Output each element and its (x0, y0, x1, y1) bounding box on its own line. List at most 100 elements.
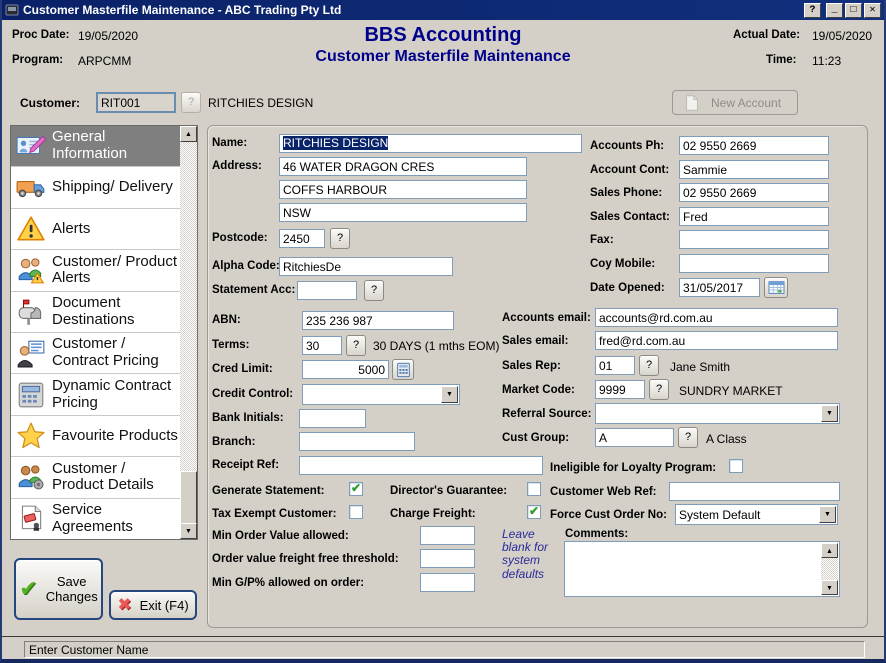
calculator-icon (16, 380, 46, 410)
sidebar-item-document-destinations[interactable]: Document Destinations (11, 292, 180, 333)
market-code-lookup-button[interactable]: ? (649, 379, 669, 400)
new-account-button[interactable]: New Account (672, 90, 798, 115)
sales-rep-label: Sales Rep: (502, 360, 561, 372)
force-cust-order-no-dropdown[interactable]: System Default ▼ (675, 504, 838, 525)
cred-limit-calculator-button[interactable] (392, 359, 414, 380)
name-input[interactable]: RITCHIES DESIGN (279, 134, 582, 153)
customer-code-input[interactable] (96, 92, 176, 113)
sidebar-item-favourite-products[interactable]: Favourite Products (11, 416, 180, 457)
sales-contact-input[interactable] (679, 207, 829, 226)
customer-lookup-button[interactable]: ? (181, 92, 201, 113)
postcode-input[interactable] (279, 229, 325, 248)
alpha-code-input[interactable] (279, 257, 453, 276)
accounts-email-input[interactable] (595, 308, 838, 327)
status-bar: Enter Customer Name (24, 641, 865, 658)
sidebar-item-shipping-delivery[interactable]: Shipping/ Delivery (11, 167, 180, 208)
app-icon (5, 3, 19, 17)
referral-source-dropdown[interactable]: ▼ (595, 403, 840, 424)
new-account-icon (683, 94, 701, 112)
terms-lookup-button[interactable]: ? (346, 335, 366, 356)
cust-group-lookup-button[interactable]: ? (678, 427, 698, 448)
loyalty-ineligible-checkbox[interactable] (729, 459, 743, 473)
sidebar-item-label: Customer / Product Details (52, 461, 180, 495)
defaults-note: Leave blank for system defaults (502, 528, 562, 581)
cred-limit-label: Cred Limit: (212, 363, 273, 375)
min-order-value-input[interactable] (420, 526, 475, 545)
statement-acc-input[interactable] (297, 281, 357, 300)
green-check-icon: ✔ (19, 576, 37, 602)
market-code-input[interactable] (595, 380, 645, 399)
fax-input[interactable] (679, 230, 829, 249)
cred-limit-input[interactable] (302, 360, 389, 379)
comments-textarea[interactable]: ▲ ▼ (564, 541, 840, 597)
scroll-up-icon[interactable]: ▲ (180, 126, 197, 142)
min-gp-label: Min G/P% allowed on order: (212, 577, 364, 589)
force-cust-order-no-label: Force Cust Order No: (550, 509, 667, 521)
accounts-ph-label: Accounts Ph: (590, 140, 664, 152)
date-opened-calendar-button[interactable] (764, 277, 788, 298)
scroll-up-icon[interactable]: ▲ (821, 543, 838, 558)
charge-freight-checkbox[interactable] (527, 505, 541, 519)
branch-input[interactable] (299, 432, 415, 451)
sales-rep-input[interactable] (595, 356, 635, 375)
sidebar-item-customer-product-details[interactable]: Customer / Product Details (11, 457, 180, 498)
sales-phone-input[interactable] (679, 183, 829, 202)
mailbox-icon (16, 297, 46, 327)
directors-guarantee-checkbox[interactable] (527, 482, 541, 496)
sidebar-item-service-agreements[interactable]: Service Agreements (11, 499, 180, 539)
terms-input[interactable] (302, 336, 342, 355)
time-label: Time: (766, 54, 796, 66)
sidebar-item-customer-contract-pricing[interactable]: Customer / Contract Pricing (11, 333, 180, 374)
close-button[interactable]: ✕ (864, 3, 881, 18)
save-changes-button[interactable]: ✔ Save Changes (14, 558, 103, 620)
chevron-down-icon[interactable]: ▼ (821, 405, 838, 422)
date-opened-input[interactable] (679, 278, 760, 297)
alpha-code-label: Alpha Code: (212, 260, 280, 272)
screen-title: Customer Masterfile Maintenance (2, 48, 884, 66)
status-separator (2, 636, 884, 637)
sales-rep-lookup-button[interactable]: ? (639, 355, 659, 376)
credit-control-dropdown[interactable]: ▼ (302, 384, 460, 405)
save-changes-label: Save Changes (46, 574, 98, 604)
maximize-button[interactable]: □ (845, 3, 862, 18)
scrollbar-thumb[interactable] (180, 471, 197, 524)
sidebar-scrollbar[interactable]: ▲ ▼ (180, 126, 197, 539)
comments-scrollbar[interactable]: ▲ ▼ (821, 543, 838, 595)
abn-input[interactable] (302, 311, 454, 330)
min-gp-input[interactable] (420, 573, 475, 592)
statement-acc-lookup-button[interactable]: ? (364, 280, 384, 301)
customer-web-ref-input[interactable] (669, 482, 840, 501)
cust-group-input[interactable] (595, 428, 674, 447)
receipt-ref-input[interactable] (299, 456, 543, 475)
sidebar-list: General Information Shipping/ Delivery A… (11, 126, 180, 539)
generate-statement-checkbox[interactable] (349, 482, 363, 496)
scroll-down-icon[interactable]: ▼ (821, 580, 838, 595)
address-line2-input[interactable] (279, 180, 527, 199)
terms-label: Terms: (212, 339, 250, 351)
address-line1-input[interactable] (279, 157, 527, 176)
exit-button[interactable]: ✖ Exit (F4) (109, 590, 197, 620)
generate-statement-label: Generate Statement: (212, 485, 324, 497)
coy-mobile-input[interactable] (679, 254, 829, 273)
chevron-down-icon[interactable]: ▼ (819, 506, 836, 523)
address-line3-input[interactable] (279, 203, 527, 222)
sidebar-item-general-information[interactable]: General Information (11, 126, 180, 167)
accounts-ph-input[interactable] (679, 136, 829, 155)
sidebar-item-customer-product-alerts[interactable]: Customer/ Product Alerts (11, 250, 180, 291)
fax-label: Fax: (590, 234, 614, 246)
postcode-lookup-button[interactable]: ? (330, 228, 350, 249)
bank-initials-input[interactable] (299, 409, 366, 428)
sales-email-input[interactable] (595, 331, 838, 350)
tax-exempt-checkbox[interactable] (349, 505, 363, 519)
sidebar-item-dynamic-contract-pricing[interactable]: Dynamic Contract Pricing (11, 374, 180, 415)
sidebar-item-alerts[interactable]: Alerts (11, 209, 180, 250)
freight-free-threshold-input[interactable] (420, 549, 475, 568)
star-icon (16, 421, 46, 451)
account-cont-input[interactable] (679, 160, 829, 179)
minimize-button[interactable]: _ (826, 3, 843, 18)
coy-mobile-label: Coy Mobile: (590, 258, 655, 270)
help-button[interactable]: ? (804, 3, 821, 18)
chevron-down-icon[interactable]: ▼ (441, 386, 458, 403)
scroll-down-icon[interactable]: ▼ (180, 523, 197, 539)
window-title: Customer Masterfile Maintenance - ABC Tr… (23, 3, 802, 17)
